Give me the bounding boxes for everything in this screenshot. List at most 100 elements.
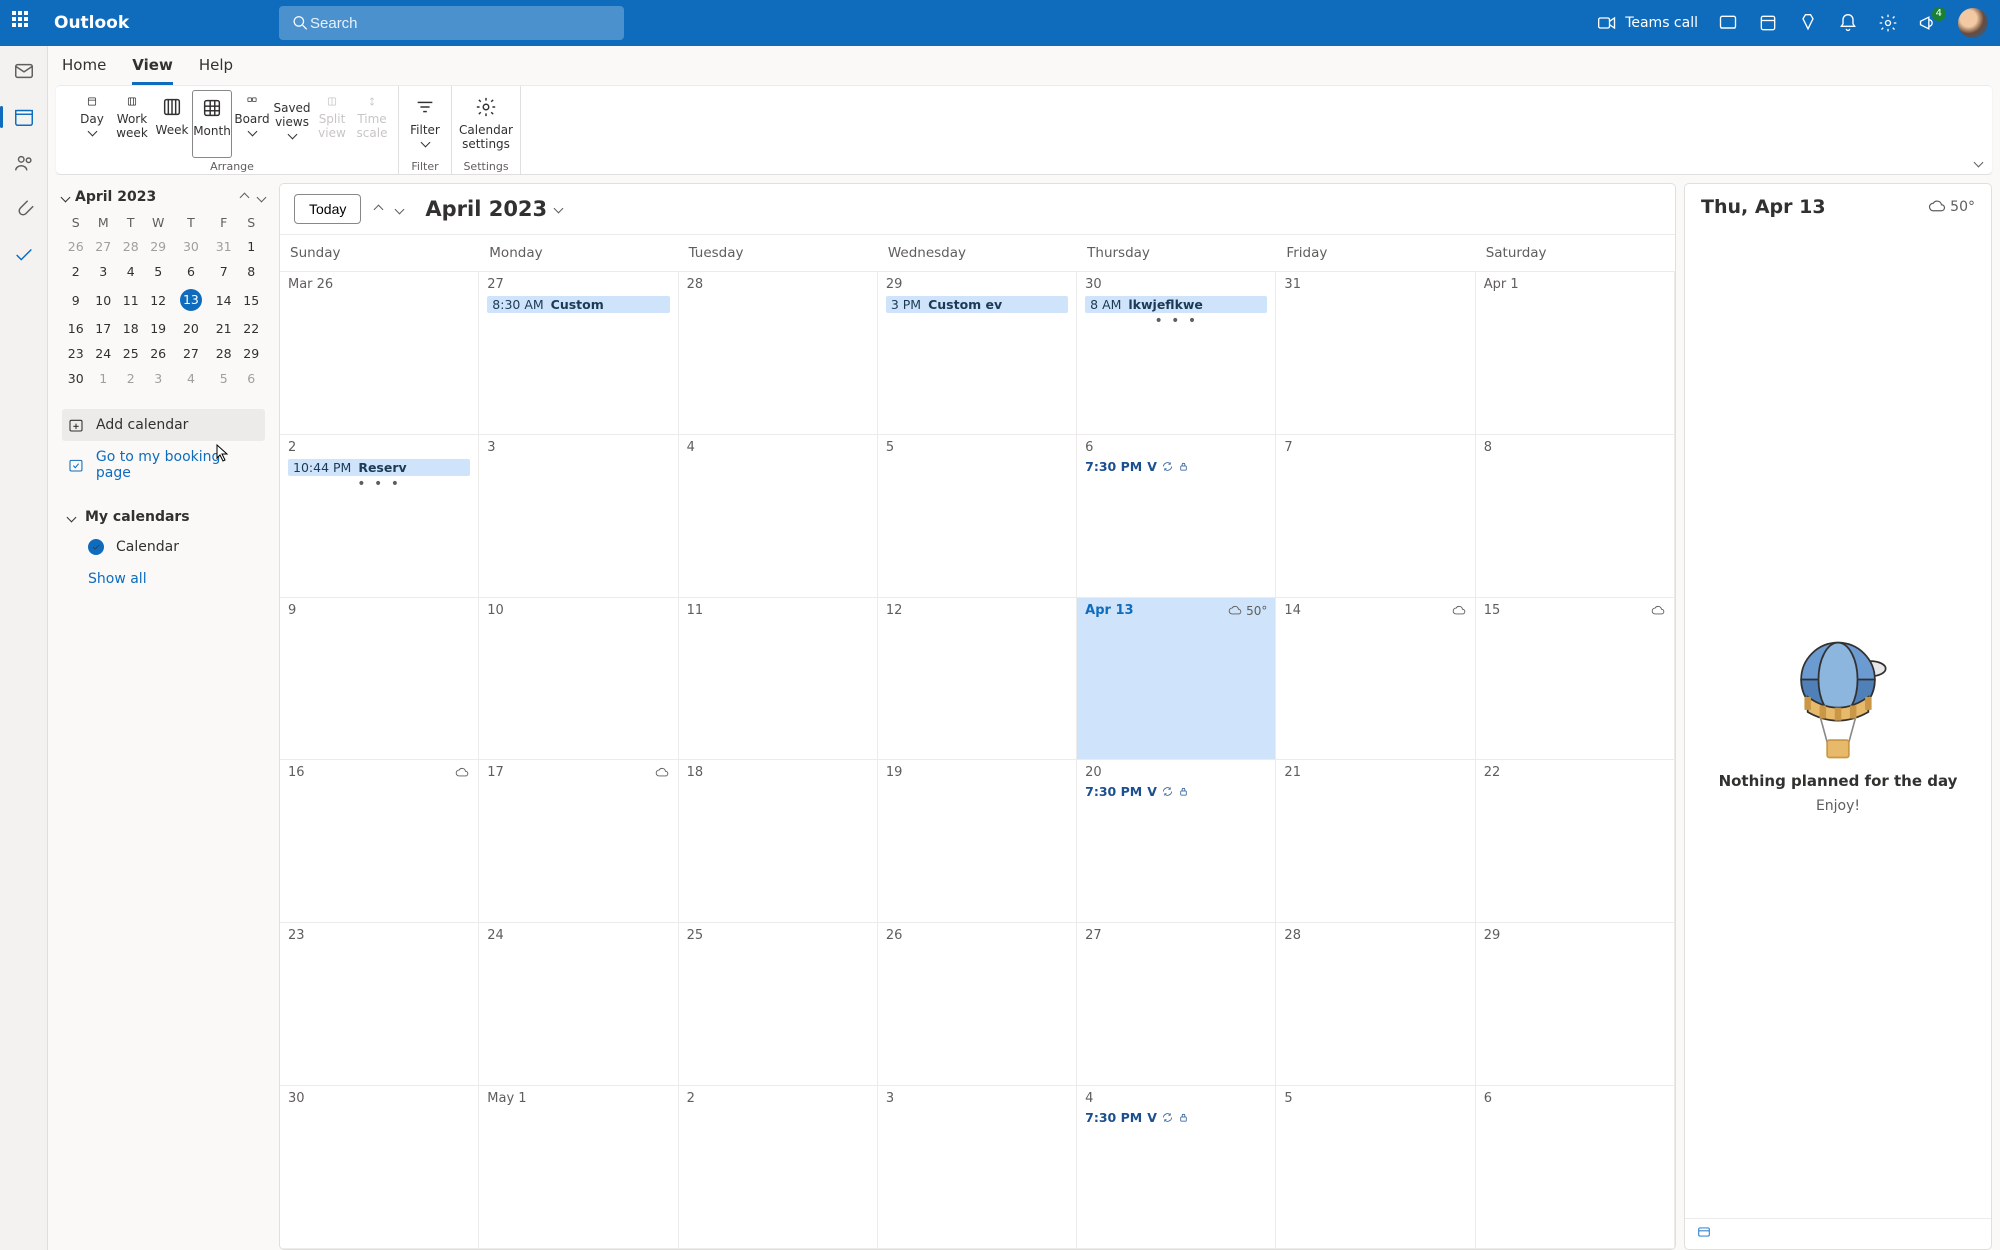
minical-day[interactable]: 4 (172, 366, 210, 391)
add-calendar-button[interactable]: Add calendar (62, 409, 265, 441)
files-icon[interactable] (13, 198, 35, 220)
minical-day[interactable]: 5 (144, 259, 171, 284)
calendar-cell[interactable]: 16 (280, 760, 479, 923)
calendar-title-dropdown-icon[interactable] (555, 204, 562, 215)
my-calendars-group[interactable]: My calendars (62, 503, 265, 531)
minical-day[interactable]: 16 (62, 316, 89, 341)
tab-help[interactable]: Help (199, 56, 233, 85)
minical-day[interactable]: 8 (237, 259, 265, 284)
minical-day[interactable]: 1 (89, 366, 116, 391)
calendar-cell[interactable]: 30 (280, 1086, 479, 1249)
calendar-cell[interactable]: 4 (679, 435, 878, 598)
lightbulb-icon[interactable] (1798, 13, 1818, 33)
calendar-cell[interactable]: 47:30 PM V (1077, 1086, 1276, 1249)
minical-day[interactable]: 6 (237, 366, 265, 391)
minical-prev-icon[interactable] (241, 189, 248, 205)
minical-day[interactable]: 27 (89, 234, 116, 259)
calendar-cell[interactable]: 2 (679, 1086, 878, 1249)
calendar-cell[interactable]: 28 (1276, 923, 1475, 1086)
view-week-button[interactable]: Week (152, 90, 192, 158)
minical-day[interactable]: 6 (172, 259, 210, 284)
event-chip[interactable]: 8 AM lkwjeflkwe (1085, 296, 1267, 313)
announce-icon[interactable]: 4 (1918, 13, 1938, 33)
today-button[interactable]: Today (294, 194, 361, 224)
minical-day[interactable]: 27 (172, 341, 210, 366)
calendar-cell[interactable]: 21 (1276, 760, 1475, 923)
calendar-cell[interactable]: 210:44 PM Reserv• • • (280, 435, 479, 598)
minical-day[interactable]: 29 (144, 234, 171, 259)
tab-view[interactable]: View (132, 56, 173, 85)
calendar-cell[interactable]: 12 (878, 598, 1077, 761)
view-workweek-button[interactable]: Work week (112, 90, 152, 158)
minical-day[interactable]: 31 (210, 234, 237, 259)
minical-day[interactable]: 14 (210, 284, 237, 316)
minical-day[interactable]: 23 (62, 341, 89, 366)
calendar-cell[interactable]: 7 (1276, 435, 1475, 598)
calendar-cell[interactable]: May 1 (479, 1086, 678, 1249)
minical-day[interactable]: 24 (89, 341, 116, 366)
event-chip[interactable]: 10:44 PM Reserv (288, 459, 470, 476)
minical-day[interactable]: 29 (237, 341, 265, 366)
calendar-cell[interactable]: 6 (1476, 1086, 1675, 1249)
minical-day[interactable]: 4 (117, 259, 144, 284)
calendar-cell[interactable]: Apr 1 (1476, 272, 1675, 435)
show-all-button[interactable]: Show all (62, 563, 265, 595)
gear-icon[interactable] (1878, 13, 1898, 33)
calendar-cell[interactable]: 26 (878, 923, 1077, 1086)
minical-day[interactable]: 2 (62, 259, 89, 284)
minical-day[interactable]: 12 (144, 284, 171, 316)
calendar-cell[interactable]: 23 (280, 923, 479, 1086)
calendar-cell[interactable]: 24 (479, 923, 678, 1086)
minical-day[interactable]: 3 (144, 366, 171, 391)
event-link[interactable]: 7:30 PM V (1085, 459, 1267, 474)
calendar-cell[interactable]: 28 (679, 272, 878, 435)
saved-views-button[interactable]: Saved views (272, 90, 312, 158)
calendar-item[interactable]: Calendar (62, 531, 265, 563)
calendar-cell[interactable]: 5 (1276, 1086, 1475, 1249)
teams-call-button[interactable]: Teams call (1597, 13, 1698, 33)
calendar-cell[interactable]: 29 (1476, 923, 1675, 1086)
minical-day[interactable]: 30 (62, 366, 89, 391)
event-chip[interactable]: 3 PM Custom ev (886, 296, 1068, 313)
next-month-icon[interactable] (396, 201, 403, 217)
event-link[interactable]: 7:30 PM V (1085, 784, 1267, 799)
minical-day[interactable]: 11 (117, 284, 144, 316)
calendar-cell[interactable]: Apr 1350° (1077, 598, 1276, 761)
minical-day[interactable]: 18 (117, 316, 144, 341)
footer-calendar-icon[interactable] (1695, 1225, 1713, 1239)
view-board-button[interactable]: Board (232, 90, 272, 158)
calendar-cell[interactable]: 3 (878, 1086, 1077, 1249)
mail-icon[interactable] (13, 60, 35, 82)
minical-collapse-icon[interactable] (62, 189, 69, 205)
calendar-cell[interactable]: 25 (679, 923, 878, 1086)
minical-day[interactable]: 2 (117, 366, 144, 391)
minical-day[interactable]: 5 (210, 366, 237, 391)
minical-day[interactable]: 25 (117, 341, 144, 366)
calendar-cell[interactable]: 207:30 PM V (1077, 760, 1276, 923)
calendar-cell[interactable]: 308 AM lkwjeflkwe• • • (1077, 272, 1276, 435)
calendar-cell[interactable]: 293 PM Custom ev (878, 272, 1077, 435)
calendar-cell[interactable]: 67:30 PM V (1077, 435, 1276, 598)
calendar-cell[interactable]: 17 (479, 760, 678, 923)
minical-day[interactable]: 10 (89, 284, 116, 316)
calendar-cell[interactable]: 3 (479, 435, 678, 598)
calendar-icon[interactable] (13, 106, 35, 128)
view-month-button[interactable]: Month (192, 90, 232, 158)
minical-day[interactable]: 21 (210, 316, 237, 341)
people-icon[interactable] (13, 152, 35, 174)
calendar-cell[interactable]: 9 (280, 598, 479, 761)
booking-page-button[interactable]: Go to my booking page (62, 441, 265, 489)
minical-day[interactable]: 17 (89, 316, 116, 341)
calendar-cell[interactable]: 18 (679, 760, 878, 923)
more-events-icon[interactable]: • • • (1085, 313, 1267, 329)
calendar-cell[interactable]: 8 (1476, 435, 1675, 598)
calendar-cell[interactable]: 27 (1077, 923, 1276, 1086)
minical-day[interactable]: 20 (172, 316, 210, 341)
minical-day[interactable]: 9 (62, 284, 89, 316)
minical-day[interactable]: 26 (62, 234, 89, 259)
minical-day[interactable]: 1 (237, 234, 265, 259)
calendar-cell[interactable]: 278:30 AM Custom (479, 272, 678, 435)
calendar-cell[interactable]: 10 (479, 598, 678, 761)
minical-day[interactable]: 28 (210, 341, 237, 366)
view-day-button[interactable]: Day (72, 90, 112, 158)
